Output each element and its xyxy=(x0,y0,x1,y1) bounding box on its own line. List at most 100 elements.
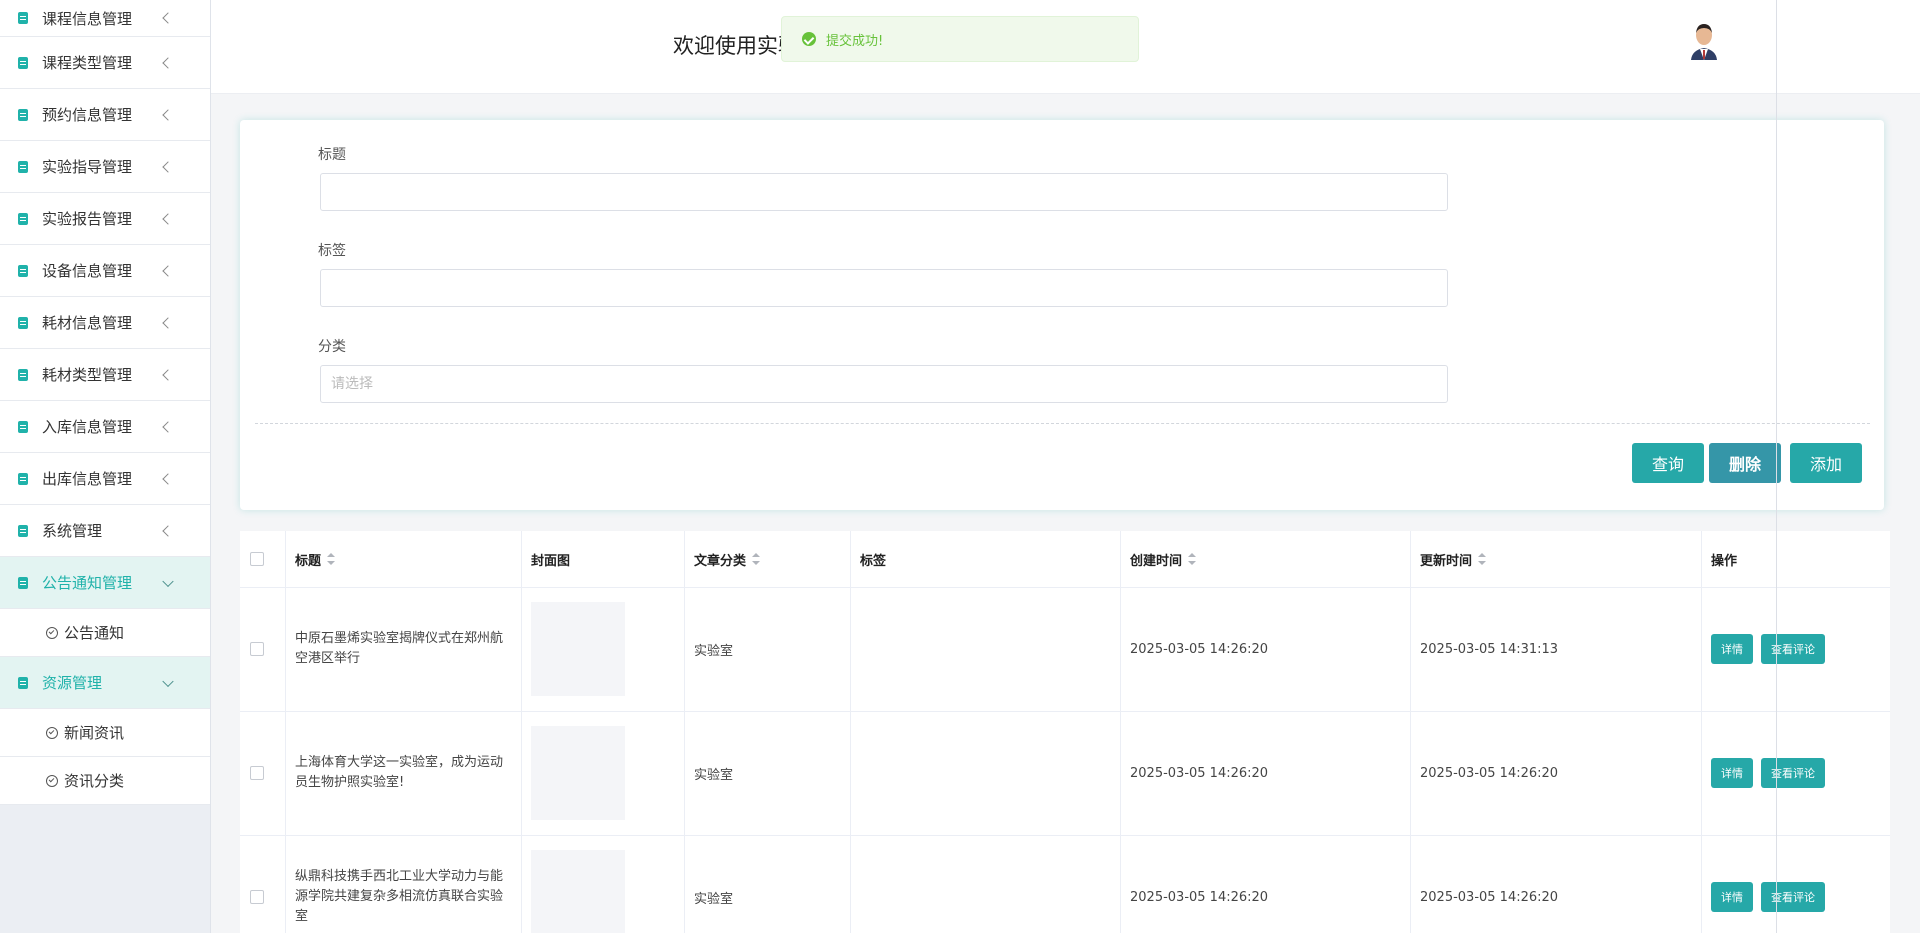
sidebar-item-reservation[interactable]: 预约信息管理 xyxy=(0,89,210,141)
delete-button[interactable]: 删除 xyxy=(1709,443,1781,483)
detail-button[interactable]: 详情 xyxy=(1711,758,1753,788)
sort-icon[interactable] xyxy=(327,553,336,565)
sidebar-subitem-notice[interactable]: 公告通知 xyxy=(0,609,210,657)
sidebar-item-inbound[interactable]: 入库信息管理 xyxy=(0,401,210,453)
row-checkbox[interactable] xyxy=(250,766,264,780)
check-circle-icon xyxy=(46,726,58,739)
chevron-down-icon xyxy=(162,575,174,587)
sidebar-item-label: 公告通知管理 xyxy=(42,574,133,592)
header-category[interactable]: 文章分类 xyxy=(684,531,761,587)
tag-label: 标签 xyxy=(318,243,346,259)
row-tag xyxy=(850,711,860,835)
sidebar-item-outbound[interactable]: 出库信息管理 xyxy=(0,453,210,505)
chevron-left-icon xyxy=(162,524,174,537)
row-cover-cell xyxy=(521,711,625,835)
select-all-checkbox[interactable] xyxy=(250,552,264,566)
category-label: 分类 xyxy=(318,339,346,355)
form-divider xyxy=(255,423,1870,424)
row-title: 上海体育大学这一实验室，成为运动员生物护照实验室! xyxy=(295,755,504,790)
sidebar-item-resources[interactable]: 资源管理 xyxy=(0,657,210,709)
sidebar-subitem-news[interactable]: 新闻资讯 xyxy=(0,709,210,757)
search-panel: 标题 标签 分类 请选择 查询 删除 添加 xyxy=(240,120,1884,510)
sidebar-item-report[interactable]: 实验报告管理 xyxy=(0,193,210,245)
row-title: 纵鼎科技携手西北工业大学动力与能源学院共建复杂多相流仿真联合实验室 xyxy=(295,869,504,924)
header-category-label: 文章分类 xyxy=(694,553,747,569)
detail-button[interactable]: 详情 xyxy=(1711,882,1753,912)
row-created: 2025-03-05 14:26:20 xyxy=(1130,765,1269,781)
tag-input[interactable] xyxy=(320,269,1448,307)
sidebar-item-label: 入库信息管理 xyxy=(42,418,133,436)
sort-icon[interactable] xyxy=(1188,553,1197,565)
sidebar-item-consumable-type[interactable]: 耗材类型管理 xyxy=(0,349,210,401)
divider-line xyxy=(1776,0,1777,933)
sidebar-item-consumables[interactable]: 耗材信息管理 xyxy=(0,297,210,349)
sidebar-item-equipment[interactable]: 设备信息管理 xyxy=(0,245,210,297)
view-comments-button[interactable]: 查看评论 xyxy=(1761,758,1825,788)
add-button[interactable]: 添加 xyxy=(1790,443,1862,483)
header-title[interactable]: 标题 xyxy=(285,531,336,587)
check-circle-icon xyxy=(46,626,58,639)
check-circle-icon xyxy=(46,774,58,787)
sidebar-item-label: 课程信息管理 xyxy=(42,9,133,28)
table-header: 标题 封面图 文章分类 标签 创建时间 更新时间 操作 xyxy=(240,531,1890,588)
document-icon xyxy=(18,12,28,24)
view-comments-button[interactable]: 查看评论 xyxy=(1761,634,1825,664)
row-actions: 详情 查看评论 xyxy=(1701,835,1833,933)
sidebar: 课程信息管理 课程类型管理 预约信息管理 实验指导管理 实验报告管理 设备信息管… xyxy=(0,0,211,933)
document-icon xyxy=(18,576,28,589)
sidebar-item-course-type[interactable]: 课程类型管理 xyxy=(0,37,210,89)
chevron-left-icon xyxy=(162,212,174,225)
query-button[interactable]: 查询 xyxy=(1632,443,1704,483)
sidebar-item-guidance[interactable]: 实验指导管理 xyxy=(0,141,210,193)
header-actions: 操作 xyxy=(1711,553,1738,569)
chevron-left-icon xyxy=(162,160,174,173)
chevron-left-icon xyxy=(162,264,174,277)
category-select[interactable]: 请选择 xyxy=(320,365,1448,403)
row-tag xyxy=(850,835,860,933)
cover-image xyxy=(531,850,625,933)
row-checkbox[interactable] xyxy=(250,642,264,656)
avatar[interactable] xyxy=(1689,20,1719,60)
sidebar-item-course-info[interactable]: 课程信息管理 xyxy=(0,0,210,37)
sidebar-item-system[interactable]: 系统管理 xyxy=(0,505,210,557)
sort-icon[interactable] xyxy=(1478,553,1487,565)
sidebar-item-label: 实验指导管理 xyxy=(42,158,133,176)
row-checkbox-cell xyxy=(240,587,285,711)
chevron-left-icon xyxy=(162,472,174,485)
sidebar-subitem-label: 公告通知 xyxy=(64,624,125,642)
row-checkbox[interactable] xyxy=(250,890,264,904)
welcome-title: 欢迎使用实验 xyxy=(673,34,793,58)
sidebar-item-label: 预约信息管理 xyxy=(42,106,133,124)
document-icon xyxy=(18,108,28,121)
header-updated[interactable]: 更新时间 xyxy=(1410,531,1487,587)
row-created: 2025-03-05 14:26:20 xyxy=(1130,641,1269,657)
sidebar-item-label: 课程类型管理 xyxy=(42,54,133,72)
detail-button[interactable]: 详情 xyxy=(1711,634,1753,664)
header-created-label: 创建时间 xyxy=(1130,553,1183,569)
row-updated: 2025-03-05 14:26:20 xyxy=(1420,889,1559,905)
sidebar-item-notice[interactable]: 公告通知管理 xyxy=(0,557,210,609)
header-created[interactable]: 创建时间 xyxy=(1120,531,1197,587)
sort-icon[interactable] xyxy=(752,553,761,565)
toast-message: 提交成功! xyxy=(826,33,884,49)
sidebar-item-label: 实验报告管理 xyxy=(42,210,133,228)
title-input[interactable] xyxy=(320,173,1448,211)
chevron-left-icon xyxy=(162,56,174,69)
view-comments-button[interactable]: 查看评论 xyxy=(1761,882,1825,912)
sidebar-subitem-label: 资讯分类 xyxy=(64,772,125,790)
sidebar-item-label: 耗材信息管理 xyxy=(42,314,133,332)
chevron-left-icon xyxy=(162,108,174,121)
sidebar-subitem-news-category[interactable]: 资讯分类 xyxy=(0,757,210,805)
news-table: 标题 封面图 文章分类 标签 创建时间 更新时间 操作 中原石墨烯实验室揭牌仪式… xyxy=(240,531,1890,933)
row-actions: 详情 查看评论 xyxy=(1701,711,1833,835)
title-label: 标题 xyxy=(318,147,346,163)
row-updated: 2025-03-05 14:26:20 xyxy=(1420,765,1559,781)
row-actions: 详情 查看评论 xyxy=(1701,587,1833,711)
table-row: 中原石墨烯实验室揭牌仪式在郑州航空港区举行 实验室 2025-03-05 14:… xyxy=(240,587,1890,712)
document-icon xyxy=(18,212,28,225)
document-icon xyxy=(18,160,28,173)
document-icon xyxy=(18,472,28,485)
document-icon xyxy=(18,368,28,381)
table-row: 纵鼎科技携手西北工业大学动力与能源学院共建复杂多相流仿真联合实验室 实验室 20… xyxy=(240,835,1890,933)
row-category: 实验室 xyxy=(694,767,734,783)
